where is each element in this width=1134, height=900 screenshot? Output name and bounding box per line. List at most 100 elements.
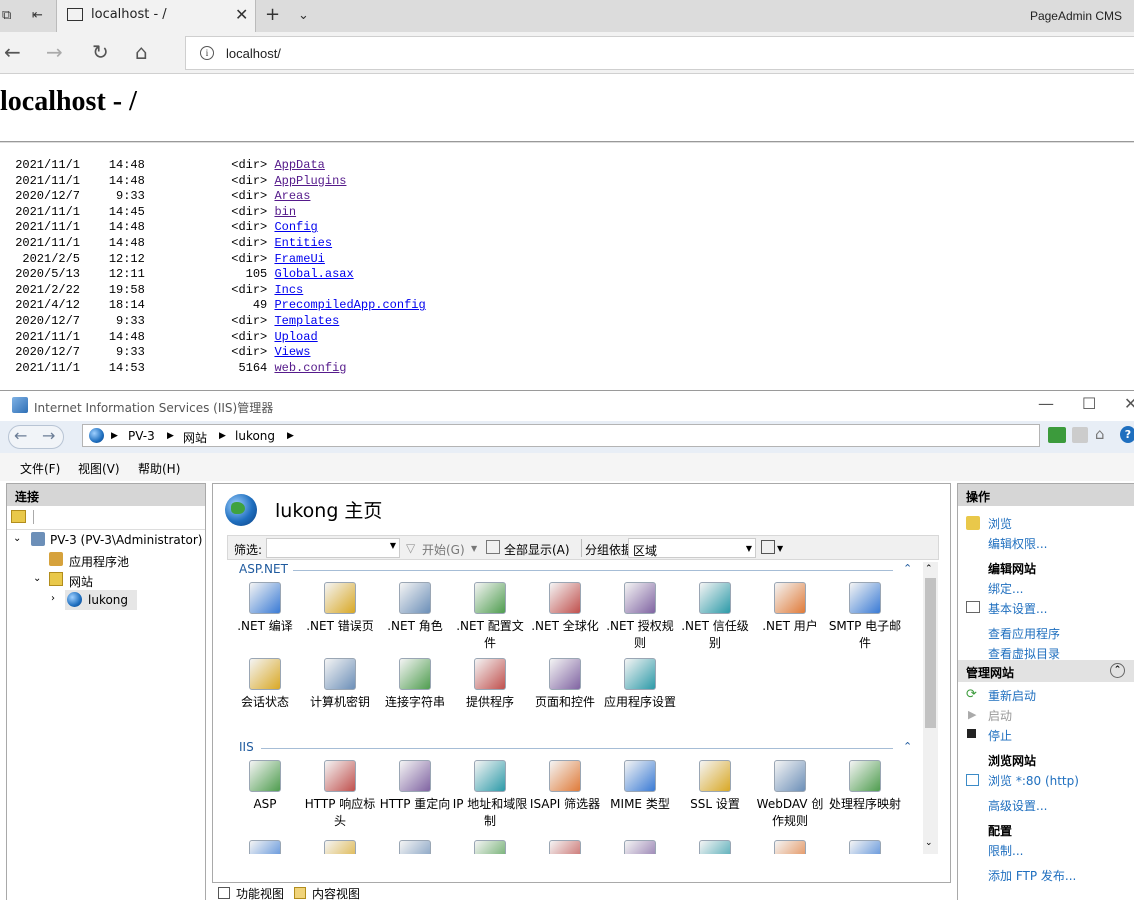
feature-tile[interactable]: MIME 类型 bbox=[602, 760, 678, 813]
feature-tile[interactable]: 连接字符串 bbox=[377, 658, 453, 711]
feature-tile[interactable]: ISAPI 筛选器 bbox=[527, 760, 603, 813]
action-start[interactable]: 启动 bbox=[988, 707, 1012, 724]
dropdown-icon[interactable]: ▼ bbox=[390, 541, 396, 550]
feature-tile[interactable]: .NET 信任级别 bbox=[677, 582, 753, 652]
breadcrumb[interactable]: ▶ PV-3 ▶ 网站 ▶ lukong ▶ bbox=[82, 424, 1040, 447]
breadcrumb-sites[interactable]: 网站 bbox=[183, 429, 207, 446]
home-icon[interactable]: ⌂ bbox=[135, 40, 148, 64]
listing-link[interactable]: web.config bbox=[274, 361, 346, 375]
feature-tile[interactable]: 页面和控件 bbox=[527, 658, 603, 711]
tab-features-view[interactable]: 功能视图 bbox=[236, 885, 284, 900]
refresh-icon[interactable]: ↻ bbox=[92, 40, 109, 64]
feature-icon[interactable] bbox=[774, 840, 806, 854]
action-stop[interactable]: 停止 bbox=[988, 727, 1012, 744]
menu-view[interactable]: 视图(V) bbox=[78, 460, 120, 477]
listing-link[interactable]: bin bbox=[274, 205, 296, 219]
help-icon[interactable]: ? bbox=[1120, 426, 1134, 443]
close-icon[interactable]: ✕ bbox=[235, 5, 248, 24]
chevron-down-icon[interactable]: ⌄ bbox=[13, 533, 21, 544]
feature-tile[interactable]: HTTP 重定向 bbox=[377, 760, 453, 813]
address-bar[interactable]: i localhost/ bbox=[185, 36, 1134, 70]
forward-icon[interactable]: → bbox=[42, 426, 55, 445]
refresh-icon[interactable] bbox=[1048, 427, 1066, 443]
feature-icon[interactable] bbox=[474, 840, 506, 854]
chevron-down-icon[interactable]: ⌄ bbox=[925, 838, 933, 848]
chevron-up-icon[interactable]: ⌃ bbox=[925, 564, 933, 574]
listing-link[interactable]: Config bbox=[274, 220, 317, 234]
feature-tile[interactable]: 处理程序映射 bbox=[827, 760, 903, 813]
feature-tile[interactable]: 提供程序 bbox=[452, 658, 528, 711]
group-by-select[interactable]: 区域 ▼ bbox=[628, 538, 756, 558]
action-limits[interactable]: 限制... bbox=[988, 842, 1023, 859]
browser-tab[interactable]: localhost - / ✕ bbox=[56, 0, 256, 32]
listing-link[interactable]: PrecompiledApp.config bbox=[274, 298, 425, 312]
filter-input[interactable]: ▼ bbox=[266, 538, 400, 558]
feature-tile[interactable]: 计算机密钥 bbox=[302, 658, 378, 711]
feature-tile[interactable]: ASP bbox=[227, 760, 303, 813]
feature-icon[interactable] bbox=[249, 840, 281, 854]
action-edit-permissions[interactable]: 编辑权限... bbox=[988, 535, 1047, 552]
action-browse[interactable]: 浏览 bbox=[988, 515, 1012, 532]
feature-tile[interactable]: 应用程序设置 bbox=[602, 658, 678, 711]
action-restart[interactable]: 重新启动 bbox=[988, 687, 1036, 704]
feature-tile[interactable]: .NET 编译 bbox=[227, 582, 303, 635]
tree-server[interactable]: PV-3 (PV-3\Administrator) bbox=[50, 533, 202, 547]
new-tab-icon[interactable]: + bbox=[265, 4, 280, 25]
feature-icon[interactable] bbox=[624, 840, 656, 854]
feature-tile[interactable]: 会话状态 bbox=[227, 658, 303, 711]
tree-site-lukong[interactable]: lukong bbox=[88, 593, 128, 607]
chevron-right-icon[interactable]: › bbox=[51, 593, 55, 604]
url-text[interactable]: localhost/ bbox=[226, 46, 281, 61]
dropdown-icon[interactable]: ▼ bbox=[746, 544, 752, 553]
tab-actions-icon[interactable]: ⧉ bbox=[2, 8, 11, 23]
menu-file[interactable]: 文件(F) bbox=[20, 460, 60, 477]
action-browse-80[interactable]: 浏览 *:80 (http) bbox=[988, 772, 1079, 789]
back-icon[interactable]: ← bbox=[14, 426, 27, 445]
action-add-ftp[interactable]: 添加 FTP 发布... bbox=[988, 867, 1076, 884]
scrollbar-thumb[interactable] bbox=[925, 578, 936, 728]
breadcrumb-site[interactable]: lukong bbox=[235, 429, 275, 443]
feature-tile[interactable]: .NET 全球化 bbox=[527, 582, 603, 635]
start-button[interactable]: 开始(G) bbox=[422, 541, 465, 558]
listing-link[interactable]: Areas bbox=[274, 189, 310, 203]
feature-tile[interactable]: .NET 配置文件 bbox=[452, 582, 528, 652]
listing-link[interactable]: Incs bbox=[274, 283, 303, 297]
action-basic-settings[interactable]: 基本设置... bbox=[988, 600, 1047, 617]
dropdown-icon[interactable]: ▼ bbox=[777, 544, 783, 553]
feature-tile[interactable]: HTTP 响应标头 bbox=[302, 760, 378, 830]
feature-icon[interactable] bbox=[699, 840, 731, 854]
connect-icon[interactable] bbox=[11, 510, 26, 523]
tab-content-view[interactable]: 内容视图 bbox=[312, 885, 360, 900]
listing-link[interactable]: Views bbox=[274, 345, 310, 359]
breadcrumb-server[interactable]: PV-3 bbox=[128, 429, 155, 443]
chevron-down-icon[interactable]: ⌄ bbox=[33, 573, 41, 584]
maximize-icon[interactable]: ☐ bbox=[1082, 394, 1096, 413]
listing-link[interactable]: FrameUi bbox=[274, 252, 324, 266]
show-all-button[interactable]: 全部显示(A) bbox=[504, 541, 570, 558]
info-icon[interactable]: i bbox=[200, 46, 214, 60]
action-advanced-settings[interactable]: 高级设置... bbox=[988, 797, 1047, 814]
listing-link[interactable]: AppData bbox=[274, 158, 324, 172]
feature-icon[interactable] bbox=[399, 840, 431, 854]
feature-tile[interactable]: IP 地址和域限制 bbox=[452, 760, 528, 830]
feature-tile[interactable]: .NET 用户 bbox=[752, 582, 828, 635]
feature-tile[interactable]: .NET 角色 bbox=[377, 582, 453, 635]
tab-aside-icon[interactable]: ⇤ bbox=[32, 8, 43, 23]
feature-tile[interactable]: .NET 错误页 bbox=[302, 582, 378, 635]
collapse-icon[interactable]: ⌃ bbox=[903, 740, 912, 753]
menu-help[interactable]: 帮助(H) bbox=[138, 460, 180, 477]
listing-link[interactable]: Entities bbox=[274, 236, 332, 250]
forward-icon[interactable]: → bbox=[46, 40, 63, 64]
collapse-icon[interactable]: ⌃ bbox=[1110, 663, 1125, 678]
back-icon[interactable]: ← bbox=[4, 40, 21, 64]
chevron-down-icon[interactable]: ⌄ bbox=[298, 8, 309, 23]
action-view-applications[interactable]: 查看应用程序 bbox=[988, 625, 1060, 642]
feature-tile[interactable]: SSL 设置 bbox=[677, 760, 753, 813]
feature-icon[interactable] bbox=[549, 840, 581, 854]
view-toggle-icon[interactable] bbox=[761, 540, 775, 554]
listing-link[interactable]: Upload bbox=[274, 330, 317, 344]
tree-app-pools[interactable]: 应用程序池 bbox=[69, 553, 129, 570]
tree-sites[interactable]: 网站 bbox=[69, 573, 93, 590]
feature-tile[interactable]: WebDAV 创作规则 bbox=[752, 760, 828, 830]
minimize-icon[interactable]: — bbox=[1038, 394, 1054, 413]
